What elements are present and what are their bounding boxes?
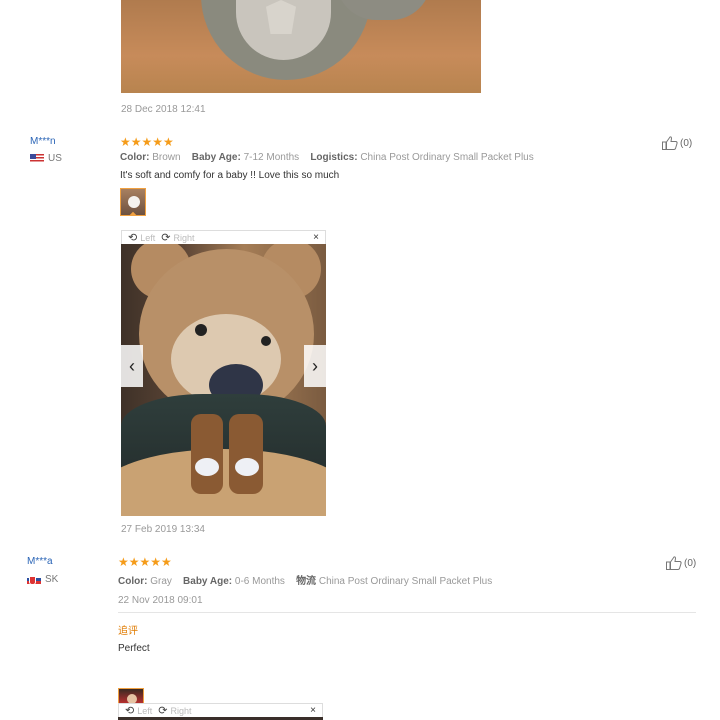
rotate-left-icon: ⟲ <box>125 705 135 717</box>
review-date: 22 Nov 2018 09:01 <box>118 595 203 606</box>
image-viewer-toolbar: ⟲ Left ⟳ Right × <box>121 230 326 244</box>
color-value: Brown <box>152 152 181 163</box>
rating-stars: ★★★★★ <box>120 135 174 149</box>
rotate-left-label: Left <box>137 705 153 716</box>
sk-flag-icon <box>27 575 41 585</box>
baby-age-value: 0-6 Months <box>234 576 285 587</box>
logistics-label: Logistics: <box>310 152 358 163</box>
divider <box>118 612 696 613</box>
color-value: Gray <box>150 576 172 587</box>
helpful-count: (0) <box>680 137 693 149</box>
baby-age-label: Baby Age: <box>183 576 233 587</box>
rating-stars: ★★★★★ <box>118 555 172 569</box>
color-label: Color: <box>120 152 150 163</box>
review-date: 28 Dec 2018 12:41 <box>121 104 206 115</box>
rotate-right-icon: ⟳ <box>161 232 171 244</box>
review-text: It's soft and comfy for a baby !! Love t… <box>120 170 340 181</box>
reviewer-name: M***a <box>27 556 53 567</box>
rotate-right-label: Right <box>170 705 192 716</box>
thumbs-up-icon <box>666 556 682 570</box>
reviewer-country: US <box>30 153 62 164</box>
logistics-value: China Post Ordinary Small Packet Plus <box>318 576 493 587</box>
rotate-right-label: Right <box>173 232 195 243</box>
rotate-left-button[interactable]: ⟲ Left <box>125 704 152 717</box>
helpful-count: (0) <box>684 557 697 569</box>
review-attributes: Color: Gray Baby Age: 0-6 Months 物流 Chin… <box>118 572 492 587</box>
chevron-right-icon: › <box>312 355 318 376</box>
reviewer-country: SK <box>27 574 58 585</box>
next-image-button[interactable]: › <box>304 345 326 387</box>
close-icon[interactable]: × <box>310 705 316 716</box>
reviewer-name: M***n <box>30 136 56 147</box>
followup-label: 追评 <box>118 626 138 637</box>
rotate-left-button[interactable]: ⟲ Left <box>128 231 155 244</box>
previous-image-button[interactable]: ‹ <box>121 345 143 387</box>
rotate-left-icon: ⟲ <box>128 232 138 244</box>
country-code: SK <box>45 574 59 585</box>
us-flag-icon <box>30 154 44 163</box>
review-date: 27 Feb 2019 13:34 <box>121 524 205 535</box>
logistics-value: China Post Ordinary Small Packet Plus <box>360 152 534 163</box>
rotate-right-button[interactable]: ⟳ Right <box>161 231 194 244</box>
logistics-label: 物流 <box>296 576 317 587</box>
rotate-right-button[interactable]: ⟳ Right <box>158 704 191 717</box>
review-attributes: Color: Brown Baby Age: 7-12 Months Logis… <box>120 152 534 163</box>
image-viewer-toolbar: ⟲ Left ⟳ Right × <box>118 703 323 717</box>
rotate-right-icon: ⟳ <box>158 705 168 717</box>
color-label: Color: <box>118 576 148 587</box>
helpful-button[interactable]: (0) <box>662 136 692 150</box>
close-icon[interactable]: × <box>313 232 319 243</box>
baby-age-label: Baby Age: <box>191 152 241 163</box>
rotate-left-label: Left <box>140 232 156 243</box>
chevron-left-icon: ‹ <box>129 355 135 376</box>
followup-text: Perfect <box>118 643 150 654</box>
country-code: US <box>48 153 62 164</box>
baby-age-value: 7-12 Months <box>243 152 300 163</box>
review-photo-shoe <box>121 0 481 93</box>
helpful-button[interactable]: (0) <box>666 556 696 570</box>
review-photo-large <box>121 244 326 516</box>
thumbs-up-icon <box>662 136 678 150</box>
photo-thumbnail[interactable] <box>120 188 146 216</box>
